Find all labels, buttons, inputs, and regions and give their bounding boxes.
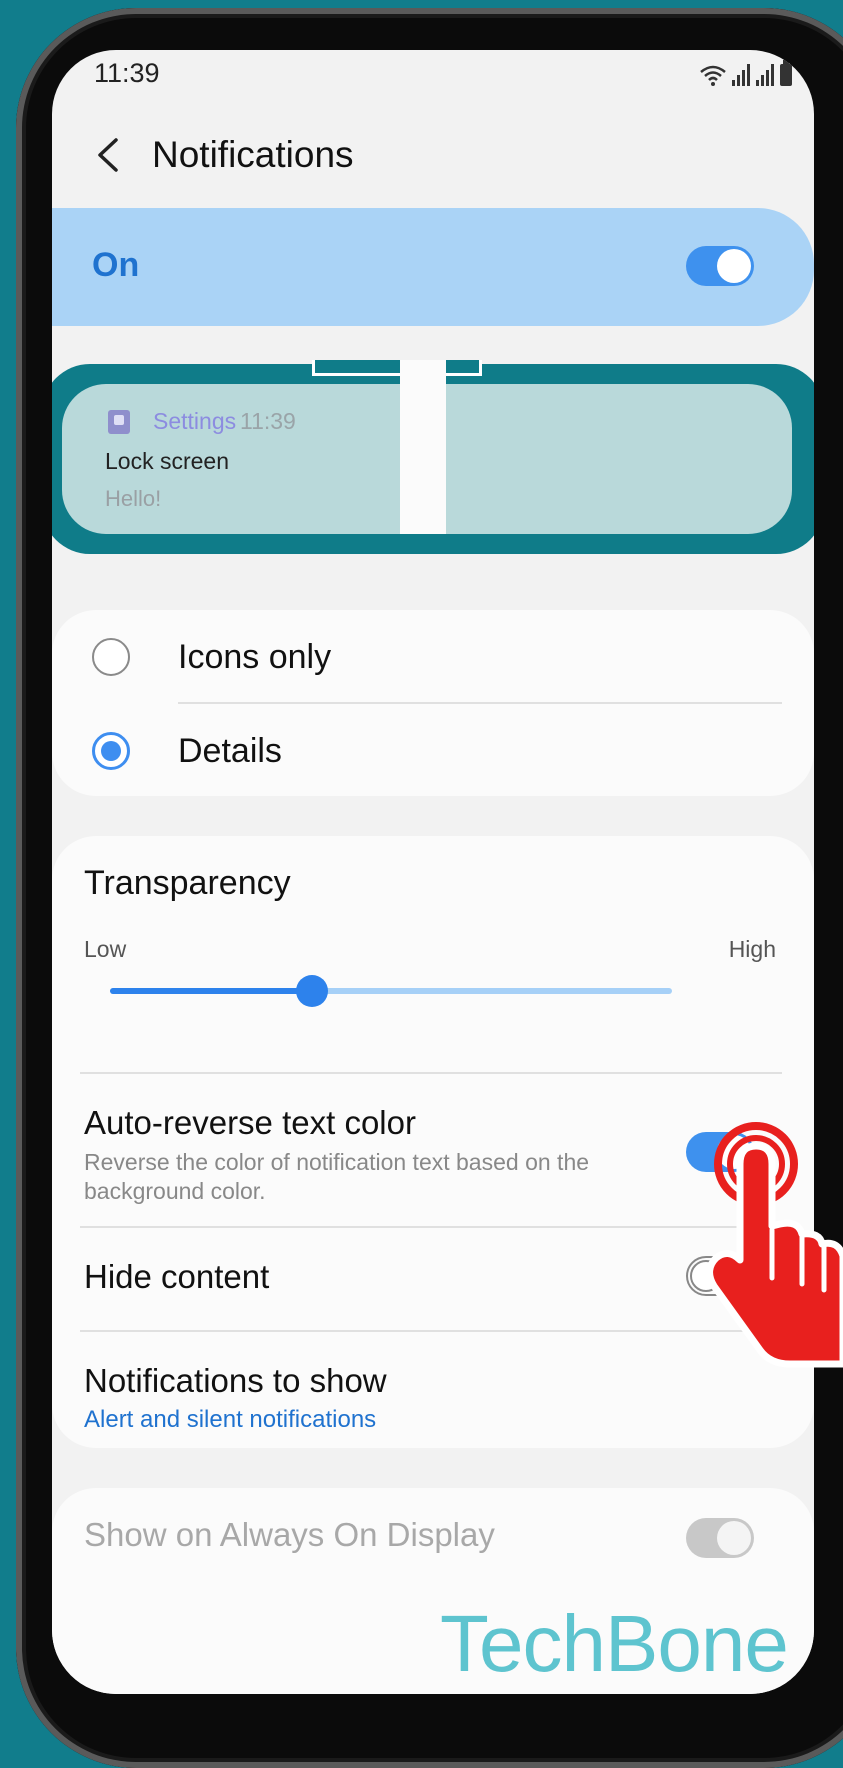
radio-details[interactable]: [92, 732, 130, 770]
transparency-slider[interactable]: [110, 975, 672, 1007]
notifications-to-show-value[interactable]: Alert and silent notifications: [84, 1406, 376, 1434]
wifi-icon: [700, 65, 726, 86]
notification-time: 11:39: [240, 408, 296, 434]
slider-fill: [110, 988, 313, 994]
style-options-card: Icons only Details: [52, 610, 814, 796]
transparency-high-label: High: [728, 936, 776, 962]
master-toggle-switch[interactable]: [686, 246, 754, 286]
radio-icons-only[interactable]: [92, 638, 130, 676]
option-icons-only[interactable]: Icons only: [52, 610, 814, 702]
phone-screen: 11:39 Notifications On Settings 11:39 Lo…: [52, 50, 814, 1694]
status-time: 11:39: [94, 58, 160, 88]
page-title: Notifications: [152, 134, 354, 175]
notification-app-name: Settings: [153, 408, 237, 434]
transparency-title: Transparency: [84, 864, 291, 902]
option-label: Icons only: [178, 638, 332, 676]
preview-divider-bar: [400, 360, 446, 534]
notification-preview-frame: Settings 11:39 Lock screen Hello!: [52, 360, 814, 554]
signal-icon: [756, 64, 774, 86]
master-toggle-card[interactable]: On: [52, 208, 814, 326]
master-toggle-label: On: [92, 246, 140, 284]
auto-reverse-subtitle: Reverse the color of notification text b…: [84, 1149, 590, 1204]
always-on-display-title: Show on Always On Display: [84, 1516, 495, 1553]
lock-icon: [108, 410, 130, 434]
status-icons: [700, 56, 792, 86]
notification-title: Lock screen: [105, 448, 230, 474]
transparency-low-label: Low: [84, 936, 127, 962]
auto-reverse-title: Auto-reverse text color: [84, 1104, 416, 1141]
status-bar: 11:39: [52, 50, 814, 98]
option-details[interactable]: Details: [52, 704, 814, 796]
battery-icon: [780, 60, 792, 86]
divider: [80, 1072, 782, 1074]
preview-tab-marker: [312, 360, 482, 376]
notifications-to-show-title: Notifications to show: [84, 1362, 387, 1399]
always-on-display-toggle[interactable]: [686, 1518, 754, 1558]
tap-hand-icon: [706, 1122, 843, 1368]
signal-icon: [732, 64, 750, 86]
back-arrow-icon[interactable]: [90, 130, 130, 180]
option-label: Details: [178, 732, 282, 770]
header: Notifications: [52, 120, 814, 190]
notification-body: Hello!: [105, 486, 162, 511]
hide-content-title: Hide content: [84, 1258, 270, 1295]
slider-thumb[interactable]: [296, 975, 329, 1007]
techbone-watermark: TechBone: [440, 1599, 789, 1688]
